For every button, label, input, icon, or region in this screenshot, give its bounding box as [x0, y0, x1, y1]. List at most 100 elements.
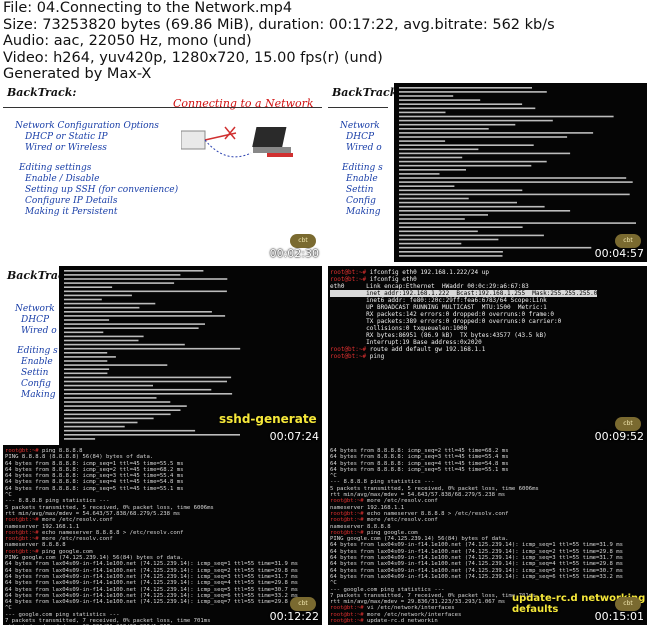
video-info: Video: h264, yuv420p, 1280x720, 15.00 fp…: [3, 49, 383, 66]
terminal-line: [399, 91, 547, 93]
terminal-line: [399, 193, 630, 196]
terminal-line: [64, 401, 171, 403]
slide-line: Settin: [21, 368, 49, 378]
shell-prompt: root@bt:~#: [5, 529, 43, 536]
terminal-line: [399, 136, 568, 138]
thumbnail-6[interactable]: 64 bytes from 8.8.8.8: icmp_seq=2 ttl=45…: [328, 445, 647, 625]
timestamp: 00:12:22: [269, 610, 319, 623]
terminal-line: root@bt:~# ifconfig eth0 192.168.1.222/2…: [330, 269, 645, 276]
terminal-line: [64, 376, 232, 379]
terminal-line: [399, 238, 499, 241]
shell-prompt: root@bt:~#: [5, 448, 43, 454]
terminal-line: [64, 360, 108, 362]
terminal-text: ^C: [330, 473, 337, 480]
terminal-line: [64, 286, 113, 288]
terminal-line: [399, 205, 545, 208]
shell-prompt: root@bt:~#: [330, 269, 370, 276]
thumbnail-1[interactable]: BackTrack: Connecting to a Network Netwo…: [3, 83, 322, 262]
terminal-line: [64, 298, 102, 301]
slide-line: DHCP: [346, 132, 375, 142]
shell-prompt: root@bt:~#: [330, 346, 370, 353]
terminal-text: 64 bytes from 8.8.8.8: icmp_seq=1 ttl=45…: [5, 460, 184, 467]
terminal-text: PING google.com (74.125.239.14) 56(84) b…: [5, 555, 184, 562]
terminal-text: 7 packets transmitted, 7 received, 0% pa…: [330, 592, 536, 599]
terminal-text: RX bytes:86951 (86.9 kB) TX bytes:43577 …: [330, 332, 547, 339]
terminal-line: [64, 331, 104, 334]
slide-line: Network Configuration Options: [15, 121, 159, 131]
terminal-line: [64, 339, 139, 342]
terminal-line: UP BROADCAST RUNNING MULTICAST MTU:1500 …: [330, 304, 645, 311]
terminal-text: ifconfig eth0 192.168.1.222/24 up: [369, 269, 489, 276]
terminal-line: eth0 Link encap:Ethernet HWaddr 00:0c:29…: [330, 283, 645, 290]
terminal-line: [64, 380, 227, 383]
terminal-line: [399, 251, 503, 253]
terminal-window[interactable]: [394, 83, 647, 262]
terminal-line: [64, 278, 228, 280]
terminal-output[interactable]: root@bt:~# ping 8.8.8.8 PING 8.8.8.8 (8.8…: [3, 445, 322, 625]
shell-prompt: root@bt:~#: [330, 498, 368, 505]
terminal-text: 64 bytes from 8.8.8.8: icmp_seq=4 ttl=45…: [5, 479, 184, 486]
file-info-header: File: 04.Connecting to the Network.mp4 S…: [0, 0, 650, 82]
terminal-text: more /etc/resolv.conf: [42, 517, 113, 524]
terminal-line: [399, 156, 463, 159]
slide-line: Making: [346, 207, 381, 217]
slide-line: Wired o: [346, 143, 382, 153]
terminal-text: --- google.com ping statistics ---: [330, 586, 445, 593]
timestamp: 00:04:57: [594, 247, 644, 260]
terminal-line: 64 bytes from lax04s09-in-f14.1e100.net …: [330, 574, 645, 580]
terminal-text: echo nameserver 8.8.8.8 > /etc/resolv.co…: [42, 529, 184, 536]
terminal-text: 64 bytes from lax04s09-in-f14.1e100.net …: [330, 561, 623, 568]
terminal-line: [64, 290, 227, 293]
slide-title: BackTrack:: [7, 86, 77, 99]
terminal-line: [399, 177, 627, 179]
terminal-text: PING 8.8.8.8 (8.8.8.8) 56(84) bytes of d…: [5, 454, 154, 461]
slide-line: Making: [21, 390, 56, 400]
terminal-line: [64, 405, 187, 407]
terminal-text: more /etc/resolv.conf: [367, 517, 438, 524]
shell-prompt: root@bt:~#: [330, 353, 370, 360]
slide-line: Making it Persistent: [25, 207, 118, 217]
terminal-line: [399, 226, 523, 228]
network-diagram-icon: [181, 126, 293, 158]
slide-line: Config: [21, 379, 51, 389]
terminal-text: PING google.com (74.125.239.14) 56(84) b…: [330, 536, 509, 543]
terminal-text: 64 bytes from lax04s09-in-f14.1e100.net …: [330, 542, 623, 549]
terminal-text: 64 bytes from lax04s09-in-f14.1e100.net …: [5, 592, 298, 599]
thumbnail-5[interactable]: root@bt:~# ping 8.8.8.8 PING 8.8.8.8 (8.8…: [3, 445, 322, 625]
terminal-line: [399, 197, 469, 200]
terminal-text: UP BROADCAST RUNNING MULTICAST MTU:1500 …: [330, 304, 547, 311]
slide-line: Network: [340, 121, 380, 131]
terminal-text: more /etc/network/interfaces: [367, 611, 462, 618]
thumbnail-4[interactable]: root@bt:~# ifconfig eth0 192.168.1.222/2…: [328, 266, 647, 445]
slide-line: Settin: [346, 185, 374, 195]
terminal-text: 64 bytes from lax04s09-in-f14.1e100.net …: [330, 573, 623, 580]
terminal-line: [399, 230, 478, 233]
terminal-line: [399, 160, 547, 163]
shell-prompt: root@bt:~#: [5, 536, 43, 543]
slide-line: Editing s: [17, 346, 58, 356]
terminal-line: [64, 372, 108, 375]
terminal-text: 64 bytes from lax04s09-in-f14.1e100.net …: [5, 580, 298, 587]
terminal-line: [399, 144, 534, 146]
terminal-line: TX packets:389 errors:0 dropped:0 overru…: [330, 318, 645, 325]
shell-prompt: root@bt:~#: [330, 529, 368, 536]
terminal-line: [399, 119, 553, 122]
terminal-text: 64 bytes from lax04s09-in-f14.1e100.net …: [5, 586, 298, 593]
terminal-text: 64 bytes from 8.8.8.8: icmp_seq=3 ttl=45…: [330, 454, 509, 461]
terminal-text: 64 bytes from lax04s09-in-f14.1e100.net …: [5, 567, 298, 574]
terminal-text: collisions:0 txqueuelen:1000: [330, 325, 468, 332]
terminal-text: vi /etc/network/interfaces: [367, 605, 455, 612]
terminal-text: rtt min/avg/max/mdev = 54.643/57.838/68.…: [5, 510, 181, 517]
slide-line: Wired o: [21, 326, 57, 336]
audio-info: Audio: aac, 22050 Hz, mono (und): [3, 33, 252, 50]
shell-prompt: root@bt:~#: [5, 517, 43, 524]
thumbnail-3[interactable]: BackTrack: Network DHCP Wired o Editing …: [3, 266, 322, 445]
thumbnail-2[interactable]: BackTrack: Network DHCP Wired o Editing …: [328, 83, 647, 262]
terminal-line: [64, 417, 154, 420]
terminal-text: ^C: [330, 580, 337, 587]
shell-prompt: root@bt:~#: [330, 517, 368, 524]
terminal-output[interactable]: root@bt:~# ifconfig eth0 192.168.1.222/2…: [328, 266, 647, 363]
terminal-text: 64 bytes from lax04s09-in-f14.1e100.net …: [330, 548, 623, 555]
shell-prompt: root@bt:~#: [330, 510, 368, 517]
terminal-line: [399, 128, 489, 130]
